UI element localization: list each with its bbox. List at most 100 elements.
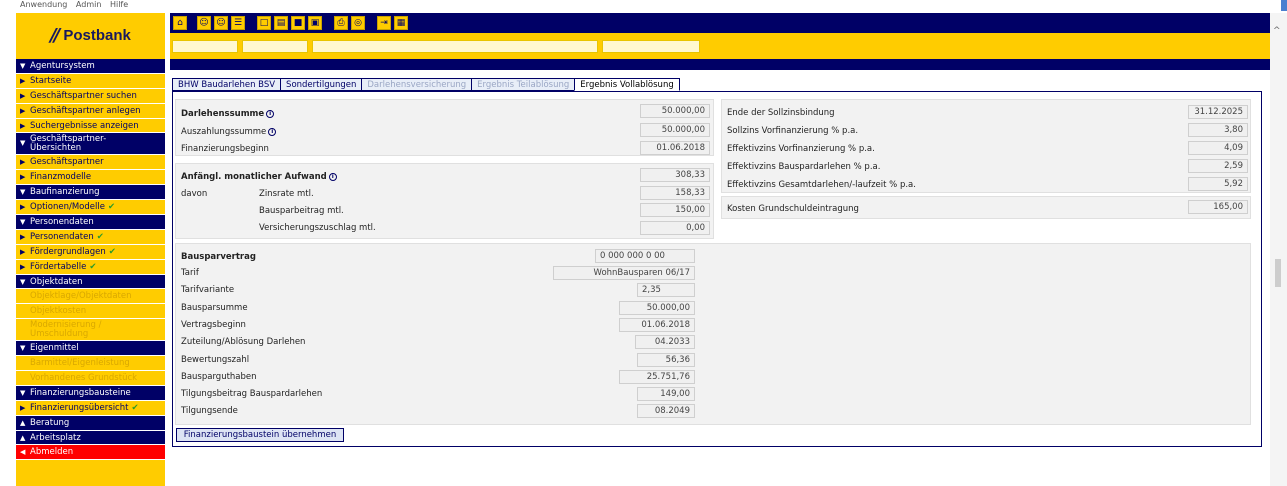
sidebar-item-25[interactable]: ◀ Abmelden <box>16 445 165 461</box>
print-icon[interactable]: ⎙ <box>334 16 348 30</box>
kondition-value: 4,09 <box>1188 141 1248 155</box>
bsv-label: Bewertungszahl <box>181 354 250 365</box>
check-icon: ✔ <box>108 246 116 257</box>
calculator-icon[interactable]: ▦ <box>394 16 408 30</box>
sidebar-item-label: Objektdaten <box>30 276 83 287</box>
sidebar-item-label: Geschäftspartner <box>30 157 104 168</box>
kondition-label: Sollzins Vorfinanzierung % p.a. <box>727 126 859 136</box>
sidebar-item-8[interactable]: ▼ Baufinanzierung <box>16 185 165 201</box>
sidebar-item-4[interactable]: ▶ Suchergebnisse anzeigen <box>16 118 165 134</box>
sidebar-item-label: Abmelden <box>30 447 74 458</box>
grundschuld-value: 165,00 <box>1188 200 1248 214</box>
beginn-label: Finanzierungsbeginn <box>181 144 269 154</box>
sidebar-item-21[interactable]: ▼ Finanzierungsbausteine <box>16 385 165 401</box>
tab-2: Darlehensversicherung <box>361 78 472 91</box>
open-folder-icon[interactable]: ▤ <box>274 16 288 30</box>
sidebar-item-label: Barmittel/Eigenleistung <box>30 358 130 369</box>
menu-admin[interactable]: Admin <box>76 0 102 9</box>
kondition-value: 31.12.2025 <box>1188 105 1248 119</box>
sidebar-item-3[interactable]: ▶ Geschäftspartner anlegen <box>16 103 165 119</box>
beginn-value: 01.06.2018 <box>640 141 710 155</box>
sidebar: // Postbank ▼ Agentursystem ▶ Startseite ▶ Ge… <box>16 13 165 486</box>
sidebar-item-23[interactable]: ▲ Beratung <box>16 415 165 431</box>
chevron-down-icon: ▼ <box>20 139 26 148</box>
sidebar-item-7[interactable]: ▶ Finanzmodelle <box>16 170 165 186</box>
sidebar-item-10[interactable]: ▼ Personendaten <box>16 215 165 230</box>
chevron-right-icon: ▶ <box>20 76 26 85</box>
user-edit-icon[interactable]: ☺ <box>214 16 228 30</box>
chevron-right-icon: ▶ <box>20 121 26 130</box>
scrollbar[interactable]: ^ <box>1270 13 1287 486</box>
sidebar-item-9[interactable]: ▶ Optionen/Modelle ✔ <box>16 200 165 216</box>
sidebar-item-24[interactable]: ▲ Arbeitsplatz <box>16 430 165 446</box>
kondition-label: Effektivzins Vorfinanzierung % p.a. <box>727 144 875 154</box>
sidebar-item-14[interactable]: ▼ Objektdaten <box>16 274 165 290</box>
sidebar-item-2[interactable]: ▶ Geschäftspartner suchen <box>16 88 165 104</box>
sidebar-item-label: Fördergrundlagen <box>30 246 106 257</box>
sidebar-item-22[interactable]: ▶ Finanzierungsübersicht ✔ <box>16 400 165 416</box>
info-field-2 <box>242 40 308 53</box>
chevron-left-icon: ◀ <box>20 448 26 457</box>
sidebar-item-15: Objektlage/Objektdaten <box>16 289 165 305</box>
info-icon[interactable]: i <box>268 128 277 136</box>
scroll-up-icon[interactable]: ^ <box>1273 26 1281 36</box>
info-icon[interactable]: i <box>266 110 275 118</box>
bsv-value: 25.751,76 <box>619 369 695 384</box>
window-corner <box>1281 0 1287 11</box>
tab-1[interactable]: Sondertilgungen <box>280 78 362 91</box>
info-field-4 <box>602 40 700 53</box>
save-icon[interactable]: ■ <box>291 16 305 30</box>
bsv-value: 2,35 <box>637 283 695 298</box>
apply-button[interactable]: Finanzierungsbaustein übernehmen <box>176 428 344 442</box>
bsv-label: Tilgungsbeitrag Bauspardarlehen <box>181 389 323 400</box>
sidebar-item-5[interactable]: ▼ Geschäftspartner- Übersichten <box>16 133 165 156</box>
chevron-down-icon: ▼ <box>20 217 26 226</box>
sidebar-item-12[interactable]: ▶ Fördergrundlagen ✔ <box>16 244 165 260</box>
save-as-icon[interactable]: ▣ <box>308 16 322 30</box>
chevron-right-icon: ▶ <box>20 232 26 241</box>
bauspar-label: Bausparbeitrag mtl. <box>259 206 344 216</box>
sidebar-item-label: Finanzierungsbausteine <box>30 387 131 398</box>
menu-anwendung[interactable]: Anwendung <box>20 0 67 9</box>
sidebar-item-label: Suchergebnisse anzeigen <box>30 120 139 131</box>
chevron-right-icon: ▶ <box>20 403 26 412</box>
preview-icon[interactable]: ◎ <box>351 16 365 30</box>
info-field-3 <box>312 40 598 53</box>
chevron-right-icon: ▶ <box>20 203 26 212</box>
logo-text: Postbank <box>63 26 131 44</box>
bsv-value: 149,00 <box>637 387 695 402</box>
vertrag-number: 0 000 000 0 00 <box>595 249 695 263</box>
bsv-value: 01.06.2018 <box>619 317 695 332</box>
home-icon[interactable]: ⌂ <box>173 16 187 30</box>
tab-0[interactable]: BHW Baudarlehen BSV <box>172 78 281 91</box>
sidebar-item-label: Geschäftspartner- Übersichten <box>30 133 107 153</box>
menu-hilfe[interactable]: Hilfe <box>110 0 128 9</box>
sidebar-item-label: Objektlage/Objektdaten <box>30 291 132 302</box>
sidebar-item-13[interactable]: ▶ Fördertabelle ✔ <box>16 259 165 275</box>
sidebar-item-17: Modernisierung / Umschuldung <box>16 319 165 342</box>
chevron-right-icon: ▶ <box>20 91 26 100</box>
user-list-icon[interactable]: ☰ <box>231 16 245 30</box>
davon-label: davon <box>181 189 208 199</box>
new-document-icon[interactable]: □ <box>257 16 271 30</box>
sidebar-item-1[interactable]: ▶ Startseite <box>16 73 165 89</box>
sidebar-item-label: Beratung <box>30 417 70 428</box>
user-add-icon[interactable]: ☺ <box>197 16 211 30</box>
kondition-label: Effektivzins Bauspardarlehen % p.a. <box>727 162 881 172</box>
sidebar-item-18[interactable]: ▼ Eigenmittel <box>16 341 165 357</box>
scroll-thumb[interactable] <box>1275 259 1281 287</box>
sidebar-item-11[interactable]: ▶ Personendaten ✔ <box>16 229 165 245</box>
chevron-down-icon: ▼ <box>20 277 26 286</box>
exit-icon[interactable]: ⇥ <box>377 16 391 30</box>
info-icon[interactable]: i <box>328 173 337 181</box>
sidebar-item-label: Startseite <box>30 75 72 86</box>
sidebar-item-6[interactable]: ▶ Geschäftspartner <box>16 155 165 171</box>
sidebar-item-label: Vorhandenes Grundstück <box>30 372 138 383</box>
check-icon: ✔ <box>131 402 139 413</box>
bsv-value: WohnBausparen 06/17 <box>553 266 695 280</box>
header-strip <box>170 59 1270 70</box>
sidebar-item-0[interactable]: ▼ Agentursystem <box>16 59 165 74</box>
tab-4[interactable]: Ergebnis Vollablösung <box>574 78 680 91</box>
chevron-right-icon: ▶ <box>20 173 26 182</box>
main-panel: Darlehenssumme i 50.000,00 Auszahlungssum… <box>172 91 1262 447</box>
